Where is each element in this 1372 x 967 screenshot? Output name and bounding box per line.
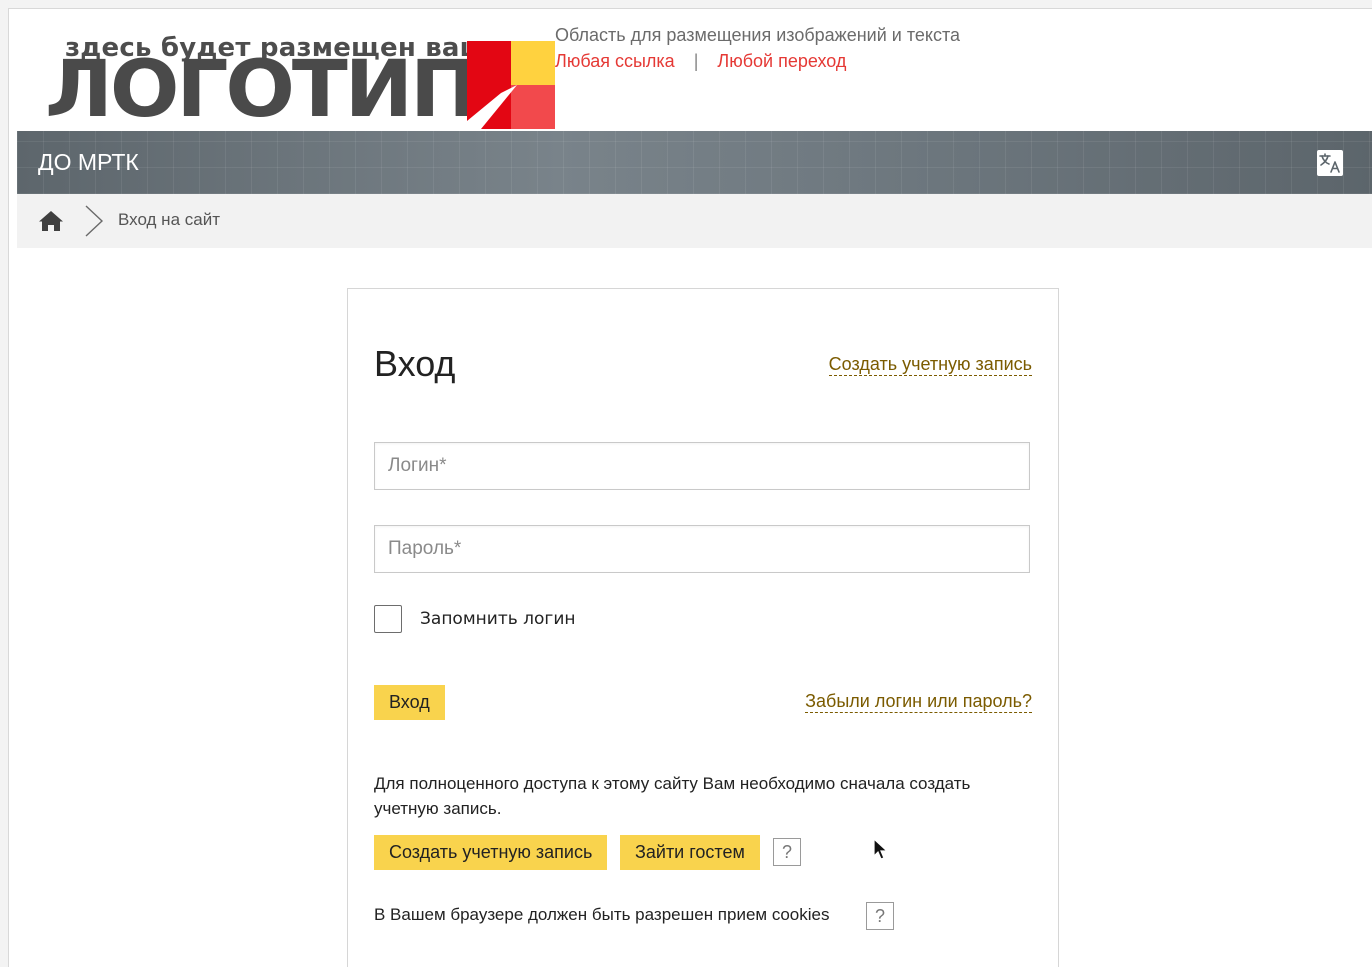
remember-login-label[interactable]: Запомнить логин (420, 609, 576, 629)
create-account-link[interactable]: Создать учетную запись (828, 354, 1032, 376)
logo-mark-icon (467, 41, 555, 129)
browser-window: здесь будет размещен ваш ЛОГОТИП Область… (8, 8, 1372, 967)
header-link-transition[interactable]: Любой переход (717, 51, 846, 71)
site-header: здесь будет размещен ваш ЛОГОТИП Область… (17, 9, 1372, 131)
header-link-any[interactable]: Любая ссылка (555, 51, 675, 71)
breadcrumb-current: Вход на сайт (118, 210, 220, 229)
top-navbar: ДО МРТК (17, 131, 1372, 194)
language-button[interactable] (1317, 150, 1343, 176)
site-name-link[interactable]: ДО МРТК (38, 149, 139, 176)
header-link-separator: | (693, 51, 699, 71)
password-input[interactable] (374, 525, 1030, 573)
login-button[interactable]: Вход (374, 685, 445, 720)
site-logo[interactable]: здесь будет размещен ваш ЛОГОТИП (37, 33, 557, 131)
header-tagline: Область для размещения изображений и тек… (555, 25, 960, 45)
header-info: Область для размещения изображений и тек… (555, 25, 960, 72)
signup-info-text: Для полноценного доступа к этому сайту В… (374, 774, 971, 818)
forgot-password-link[interactable]: Забыли логин или пароль? (805, 691, 1032, 713)
guest-login-button[interactable]: Зайти гостем (620, 835, 760, 870)
login-title: Вход (374, 343, 456, 384)
header-links: Любая ссылка | Любой переход (555, 51, 960, 72)
create-account-button[interactable]: Создать учетную запись (374, 835, 608, 870)
remember-login-checkbox[interactable] (374, 605, 402, 633)
username-input[interactable] (374, 442, 1030, 490)
page-content: здесь будет размещен ваш ЛОГОТИП Область… (17, 9, 1372, 967)
home-icon[interactable] (38, 210, 64, 232)
logo-big-text: ЛОГОТИП (45, 45, 479, 135)
mouse-cursor-icon (873, 838, 889, 860)
breadcrumb: Вход на сайт (17, 194, 1372, 248)
login-card: Вход Создать учетную запись Запомнить ло… (347, 288, 1059, 967)
guest-help-button[interactable]: ? (773, 838, 801, 866)
chevron-right-icon (85, 205, 104, 237)
cookies-notice: В Вашем браузере должен быть разрешен пр… (374, 905, 830, 924)
translate-icon (1319, 153, 1340, 173)
cookies-help-button[interactable]: ? (866, 902, 894, 930)
